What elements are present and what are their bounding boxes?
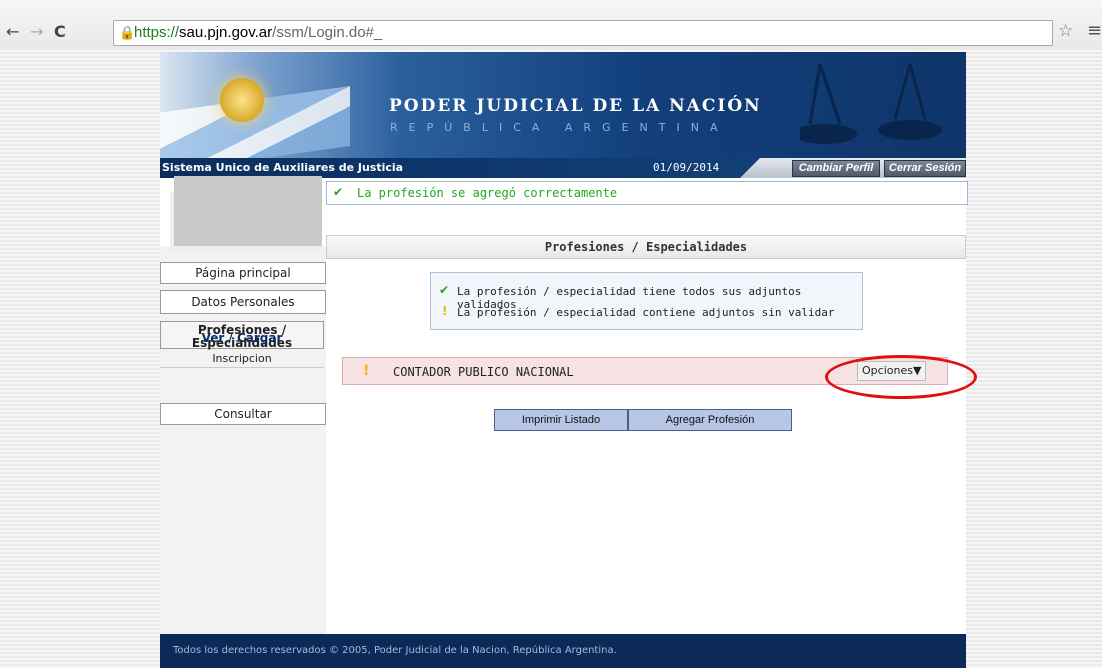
browser-toolbar: ← → C 🔒 https://sau.pjn.gov.ar/ssm/Login…	[0, 0, 1102, 49]
site-title: PODER JUDICIAL DE LA NACIÓN	[389, 96, 762, 116]
url-path: /ssm/Login.do#_	[272, 24, 383, 41]
site-container: PODER JUDICIAL DE LA NACIÓN REPÚBLICA AR…	[160, 52, 977, 668]
url-host: sau.pjn.gov.ar	[179, 24, 273, 41]
success-message-text: La profesión se agregó correctamente	[357, 186, 618, 200]
lock-icon: 🔒	[119, 25, 136, 40]
profession-name: CONTADOR PUBLICO NACIONAL	[393, 365, 574, 379]
sidebar-item-consult[interactable]: Consultar	[160, 403, 326, 425]
system-name: Sistema Unico de Auxiliares de Justicia	[162, 161, 404, 174]
sidebar-item-home[interactable]: Página principal	[160, 262, 326, 284]
address-bar[interactable]: 🔒 https://sau.pjn.gov.ar/ssm/Login.do#_	[113, 20, 1053, 46]
back-icon[interactable]: ←	[6, 22, 19, 41]
check-icon: ✔	[333, 185, 344, 199]
sidebar-subitem-registration[interactable]: Inscripcion	[160, 352, 324, 368]
justice-scale-icon	[800, 64, 942, 144]
current-date: 01/09/2014	[653, 161, 720, 174]
header-banner: PODER JUDICIAL DE LA NACIÓN REPÚBLICA AR…	[160, 52, 966, 158]
status-legend: ✔ La profesión / especialidad tiene todo…	[430, 272, 863, 330]
print-list-button[interactable]: Imprimir Listado	[494, 409, 628, 431]
highlight-circle	[825, 355, 977, 399]
sun-emblem-icon	[220, 78, 264, 122]
url-scheme: https://	[134, 24, 180, 41]
reload-icon[interactable]: C	[54, 22, 66, 41]
site-subtitle: REPÚBLICA ARGENTINA	[390, 121, 729, 134]
sidebar-item-personal-data[interactable]: Datos Personales	[160, 290, 326, 314]
browser-menu-icon[interactable]: ≡	[1087, 20, 1102, 41]
sidebar-subitem-view-load[interactable]: Ver / Cargar	[160, 331, 324, 345]
legend-pending-text: La profesión / especialidad contiene adj…	[457, 306, 835, 319]
footer-text: Todos los derechos reservados © 2005, Po…	[173, 645, 617, 656]
logout-button[interactable]: Cerrar Sesión	[884, 160, 966, 177]
add-profession-button[interactable]: Agregar Profesión	[628, 409, 792, 431]
forward-icon[interactable]: →	[30, 22, 43, 41]
system-bar: Sistema Unico de Auxiliares de Justicia …	[160, 158, 966, 178]
success-message: ✔ La profesión se agregó correctamente	[326, 181, 968, 205]
warning-icon: !	[442, 304, 448, 318]
warning-icon: !	[363, 363, 370, 379]
section-title: Profesiones / Especialidades	[326, 235, 966, 259]
bookmark-star-icon[interactable]: ☆	[1058, 21, 1073, 41]
avatar	[174, 176, 322, 246]
footer: Todos los derechos reservados © 2005, Po…	[160, 634, 966, 668]
change-profile-button[interactable]: Cambiar Perfil	[792, 160, 880, 177]
check-icon: ✔	[439, 283, 450, 297]
